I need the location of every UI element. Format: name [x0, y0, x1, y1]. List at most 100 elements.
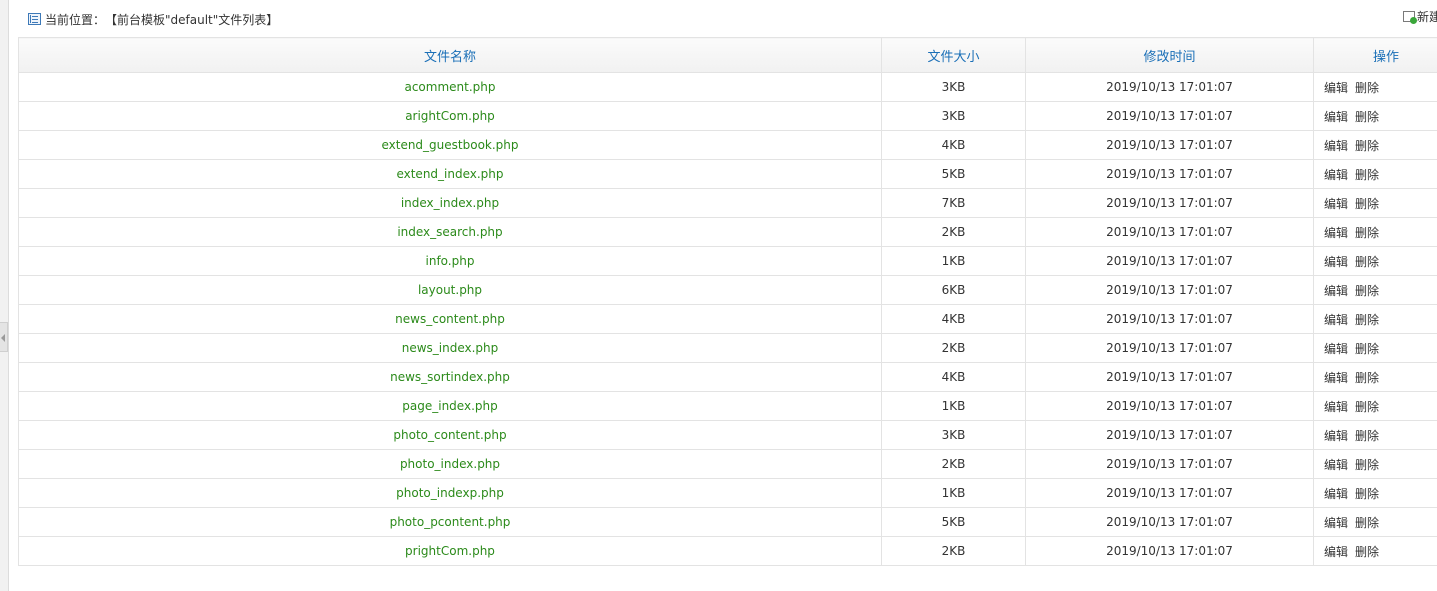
file-size-cell: 2KB: [881, 333, 1026, 363]
file-name-cell: photo_content.php: [18, 420, 882, 450]
actions-cell: 编辑 删除: [1313, 391, 1437, 421]
edit-link[interactable]: 编辑: [1324, 429, 1348, 443]
new-file-icon: [1403, 11, 1417, 24]
actions-cell: 编辑 删除: [1313, 130, 1437, 160]
edit-link[interactable]: 编辑: [1324, 110, 1348, 124]
edit-link[interactable]: 编辑: [1324, 400, 1348, 414]
delete-link[interactable]: 删除: [1355, 255, 1379, 269]
delete-link[interactable]: 删除: [1355, 284, 1379, 298]
file-name-cell: acomment.php: [18, 72, 882, 102]
table-row: layout.php 6KB 2019/10/13 17:01:07 编辑 删除: [18, 275, 1437, 305]
actions-cell: 编辑 删除: [1313, 188, 1437, 218]
table-row: news_sortindex.php 4KB 2019/10/13 17:01:07…: [18, 362, 1437, 392]
table-row: prightCom.php 2KB 2019/10/13 17:01:07 编辑 删除: [18, 536, 1437, 566]
table-row: index_search.php 2KB 2019/10/13 17:01:07 编辑…: [18, 217, 1437, 247]
file-size-cell: 1KB: [881, 391, 1026, 421]
edit-link[interactable]: 编辑: [1324, 458, 1348, 472]
table-row: extend_index.php 5KB 2019/10/13 17:01:07 编辑…: [18, 159, 1437, 189]
delete-link[interactable]: 删除: [1355, 371, 1379, 385]
delete-link[interactable]: 删除: [1355, 429, 1379, 443]
new-file-label: 新建: [1417, 10, 1437, 24]
delete-link[interactable]: 删除: [1355, 313, 1379, 327]
actions-cell: 编辑 删除: [1313, 217, 1437, 247]
file-size-cell: 5KB: [881, 507, 1026, 537]
file-size-cell: 4KB: [881, 130, 1026, 160]
table-row: extend_guestbook.php 4KB 2019/10/13 17:01:…: [18, 130, 1437, 160]
breadcrumb: 当前位置： 【前台模板"default"文件列表】: [28, 10, 278, 28]
modified-time-cell: 2019/10/13 17:01:07: [1025, 159, 1314, 189]
table-row: acomment.php 3KB 2019/10/13 17:01:07 编辑 删除: [18, 72, 1437, 102]
modified-time-cell: 2019/10/13 17:01:07: [1025, 362, 1314, 392]
modified-time-cell: 2019/10/13 17:01:07: [1025, 449, 1314, 479]
delete-link[interactable]: 删除: [1355, 516, 1379, 530]
delete-link[interactable]: 删除: [1355, 81, 1379, 95]
edit-link[interactable]: 编辑: [1324, 81, 1348, 95]
file-name-cell: index_search.php: [18, 217, 882, 247]
file-table-body: acomment.php 3KB 2019/10/13 17:01:07 编辑 删除 ar…: [18, 72, 1437, 566]
actions-cell: 编辑 删除: [1313, 275, 1437, 305]
edit-link[interactable]: 编辑: [1324, 139, 1348, 153]
delete-link[interactable]: 删除: [1355, 110, 1379, 124]
file-size-cell: 3KB: [881, 420, 1026, 450]
delete-link[interactable]: 删除: [1355, 342, 1379, 356]
actions-cell: 编辑 删除: [1313, 478, 1437, 508]
table-row: photo_index.php 2KB 2019/10/13 17:01:07 编辑删…: [18, 449, 1437, 479]
edit-link[interactable]: 编辑: [1324, 342, 1348, 356]
delete-link[interactable]: 删除: [1355, 226, 1379, 240]
file-table: 文件名称 文件大小 修改时间 操作 acomment.php 3KB 2019/10…: [18, 37, 1437, 566]
edit-link[interactable]: 编辑: [1324, 487, 1348, 501]
delete-link[interactable]: 删除: [1355, 168, 1379, 182]
file-name-cell: layout.php: [18, 275, 882, 305]
file-size-cell: 2KB: [881, 217, 1026, 247]
file-name-cell: extend_guestbook.php: [18, 130, 882, 160]
actions-cell: 编辑 删除: [1313, 333, 1437, 363]
delete-link[interactable]: 删除: [1355, 197, 1379, 211]
table-row: page_index.php 1KB 2019/10/13 17:01:07 编辑 删除: [18, 391, 1437, 421]
sidebar-collapse-toggle[interactable]: [0, 322, 8, 352]
delete-link[interactable]: 删除: [1355, 139, 1379, 153]
modified-time-cell: 2019/10/13 17:01:07: [1025, 420, 1314, 450]
actions-cell: 编辑 删除: [1313, 101, 1437, 131]
file-name-cell: info.php: [18, 246, 882, 276]
edit-link[interactable]: 编辑: [1324, 284, 1348, 298]
file-name-cell: news_content.php: [18, 304, 882, 334]
actions-cell: 编辑 删除: [1313, 449, 1437, 479]
edit-link[interactable]: 编辑: [1324, 371, 1348, 385]
edit-link[interactable]: 编辑: [1324, 545, 1348, 559]
actions-cell: 编辑 删除: [1313, 536, 1437, 566]
edit-link[interactable]: 编辑: [1324, 255, 1348, 269]
modified-time-cell: 2019/10/13 17:01:07: [1025, 72, 1314, 102]
table-row: photo_pcontent.php 5KB 2019/10/13 17:01:07…: [18, 507, 1437, 537]
delete-link[interactable]: 删除: [1355, 545, 1379, 559]
table-row: photo_content.php 3KB 2019/10/13 17:01:07 编…: [18, 420, 1437, 450]
delete-link[interactable]: 删除: [1355, 400, 1379, 414]
actions-cell: 编辑 删除: [1313, 246, 1437, 276]
file-size-cell: 2KB: [881, 536, 1026, 566]
modified-time-cell: 2019/10/13 17:01:07: [1025, 333, 1314, 363]
actions-cell: 编辑 删除: [1313, 304, 1437, 334]
file-name-cell: news_index.php: [18, 333, 882, 363]
edit-link[interactable]: 编辑: [1324, 197, 1348, 211]
file-name-cell: photo_indexp.php: [18, 478, 882, 508]
table-row: info.php 1KB 2019/10/13 17:01:07 编辑 删除: [18, 246, 1437, 276]
modified-time-cell: 2019/10/13 17:01:07: [1025, 304, 1314, 334]
document-list-icon: [28, 13, 41, 25]
modified-time-cell: 2019/10/13 17:01:07: [1025, 507, 1314, 537]
table-row: index_index.php 7KB 2019/10/13 17:01:07 编辑删…: [18, 188, 1437, 218]
edit-link[interactable]: 编辑: [1324, 168, 1348, 182]
modified-time-cell: 2019/10/13 17:01:07: [1025, 188, 1314, 218]
edit-link[interactable]: 编辑: [1324, 516, 1348, 530]
table-header-row: 文件名称 文件大小 修改时间 操作: [18, 37, 1437, 73]
actions-cell: 编辑 删除: [1313, 362, 1437, 392]
new-file-button[interactable]: 新建: [1403, 8, 1437, 25]
file-name-cell: index_index.php: [18, 188, 882, 218]
actions-cell: 编辑 删除: [1313, 507, 1437, 537]
file-size-cell: 4KB: [881, 362, 1026, 392]
delete-link[interactable]: 删除: [1355, 487, 1379, 501]
edit-link[interactable]: 编辑: [1324, 313, 1348, 327]
edit-link[interactable]: 编辑: [1324, 226, 1348, 240]
column-header-file-size: 文件大小: [881, 37, 1026, 73]
delete-link[interactable]: 删除: [1355, 458, 1379, 472]
file-name-cell: news_sortindex.php: [18, 362, 882, 392]
file-size-cell: 6KB: [881, 275, 1026, 305]
